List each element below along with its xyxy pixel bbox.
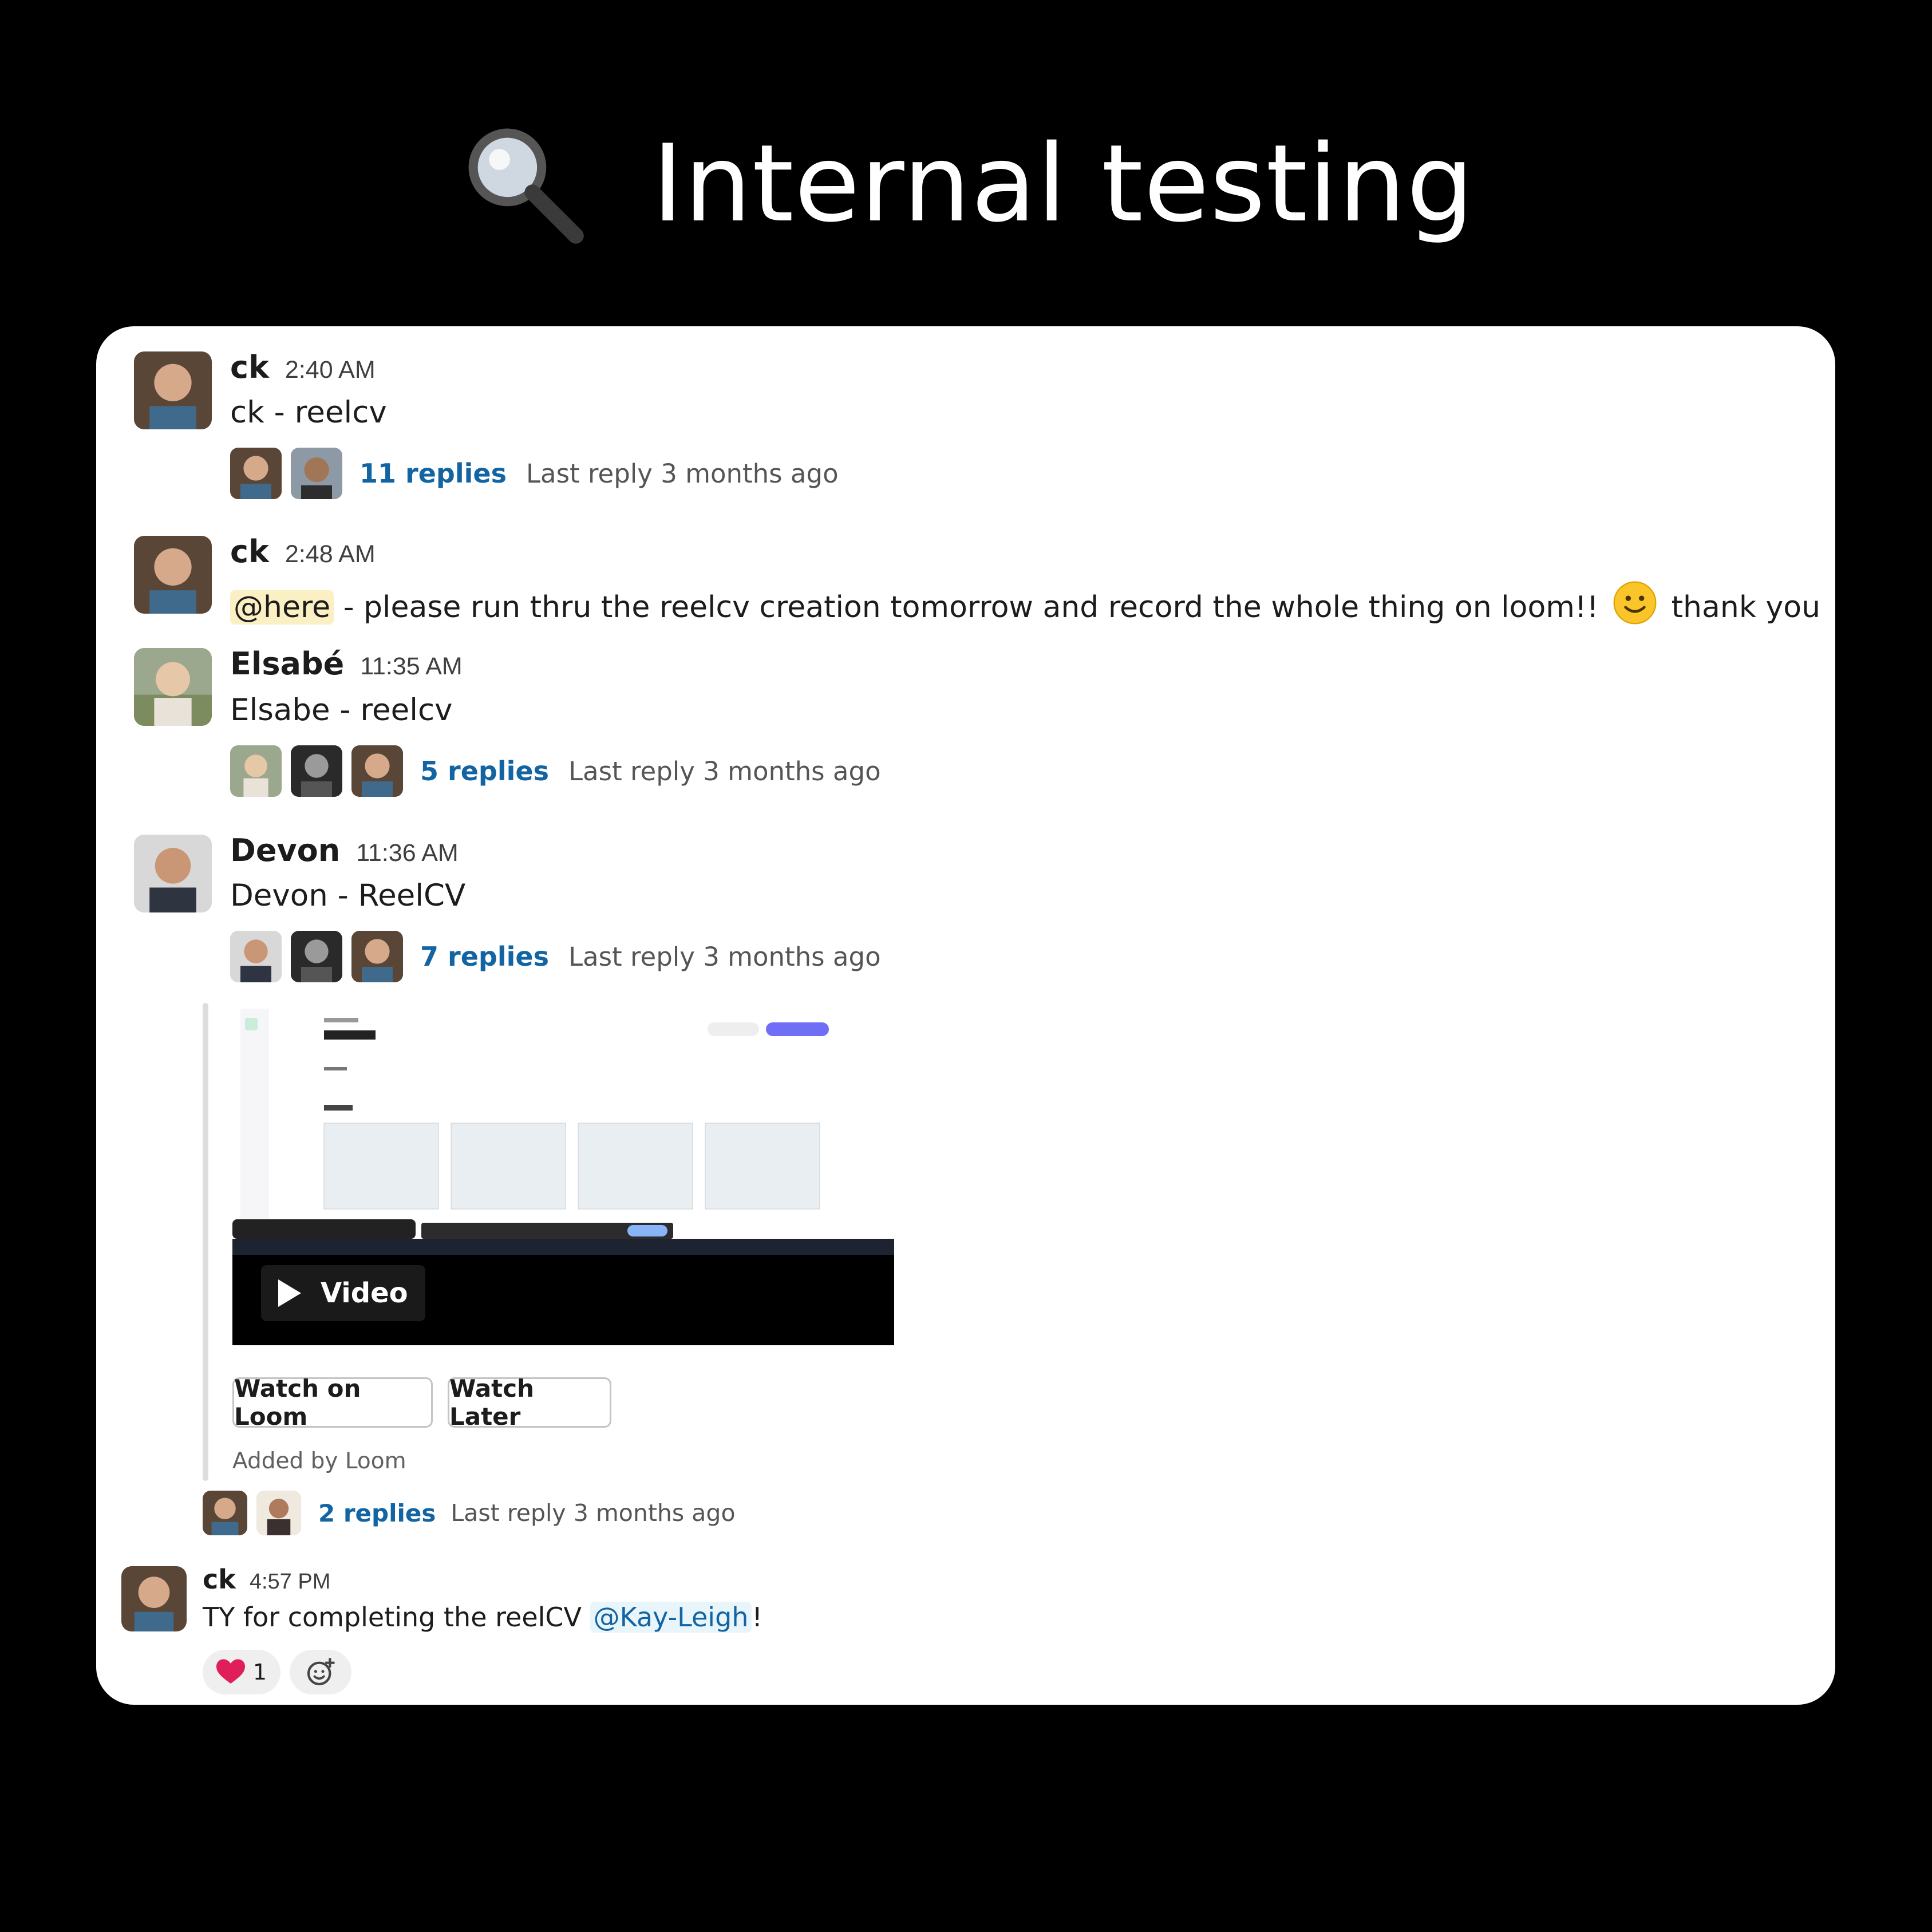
add-reaction-icon <box>307 1658 335 1686</box>
timestamp[interactable]: 2:40 AM <box>285 356 376 384</box>
message-text-part: - please run thru the reelcv creation to… <box>334 590 1609 625</box>
message-header: Devon 11:36 AM <box>230 832 459 868</box>
timestamp[interactable]: 4:57 PM <box>250 1570 331 1594</box>
author-name[interactable]: Elsabé <box>230 646 344 682</box>
thread-summary[interactable]: 11 replies Last reply 3 months ago <box>230 448 839 499</box>
message-text: Devon - ReelCV <box>230 878 466 913</box>
watch-later-button[interactable]: Watch Later <box>448 1374 611 1431</box>
replies-link[interactable]: 2 replies <box>318 1499 436 1527</box>
timestamp[interactable]: 11:35 AM <box>360 653 463 681</box>
message-header: Elsabé 11:35 AM <box>230 646 463 682</box>
magnifying-glass-icon <box>468 128 584 244</box>
replies-link[interactable]: 7 replies <box>420 941 549 972</box>
message-text-part: thank you <box>1662 590 1821 625</box>
thread-avatar <box>203 1491 247 1535</box>
author-name[interactable]: ck <box>203 1564 236 1595</box>
last-reply: Last reply 3 months ago <box>568 941 881 972</box>
here-mention[interactable]: @here <box>230 590 334 625</box>
video-preview-screenshot <box>232 1003 894 1255</box>
replies-link[interactable]: 11 replies <box>359 458 507 489</box>
watch-on-loom-button[interactable]: Watch on Loom <box>232 1374 433 1431</box>
message-text-part: ! <box>752 1602 762 1633</box>
thread-summary[interactable]: 2 replies Last reply 3 months ago <box>203 1491 736 1535</box>
replies-link[interactable]: 5 replies <box>420 756 549 787</box>
author-name[interactable]: Devon <box>230 832 340 868</box>
thread-avatar <box>291 931 342 982</box>
thread-avatar <box>256 1491 301 1535</box>
last-reply: Last reply 3 months ago <box>451 1499 736 1527</box>
message-header: ck 4:57 PM <box>203 1564 330 1595</box>
thread-summary[interactable]: 7 replies Last reply 3 months ago <box>230 931 881 982</box>
message-header: ck 2:40 AM <box>230 349 376 385</box>
last-reply: Last reply 3 months ago <box>526 458 839 489</box>
attachment-border <box>203 1003 208 1481</box>
heart-reaction[interactable]: 1 <box>203 1650 280 1694</box>
thread-avatar <box>351 745 403 797</box>
slightly-smiling-face-icon <box>1613 581 1657 625</box>
message-text: Elsabe - reelcv <box>230 693 453 728</box>
avatar[interactable] <box>134 835 212 912</box>
author-name[interactable]: ck <box>230 534 269 570</box>
reaction-count: 1 <box>252 1660 267 1685</box>
add-reaction-button[interactable] <box>290 1650 351 1694</box>
last-reply: Last reply 3 months ago <box>568 756 881 787</box>
thread-avatar <box>351 931 403 982</box>
thread-avatar <box>291 745 342 797</box>
message-text: @here - please run thru the reelcv creat… <box>230 580 1820 625</box>
thread-avatar <box>230 931 282 982</box>
avatar[interactable] <box>134 648 212 726</box>
added-by-label: Added by Loom <box>232 1448 406 1474</box>
video-label-text: Video <box>321 1277 408 1309</box>
thread-summary[interactable]: 5 replies Last reply 3 months ago <box>230 745 881 797</box>
message-text-part: TY for completing the reelCV <box>203 1602 590 1633</box>
avatar[interactable] <box>121 1566 187 1631</box>
message-header: ck 2:48 AM <box>230 534 376 570</box>
video-thumbnail[interactable]: Video <box>232 1003 894 1345</box>
author-name[interactable]: ck <box>230 349 269 385</box>
video-label[interactable]: Video <box>261 1265 425 1321</box>
message-text: TY for completing the reelCV @Kay-Leigh! <box>203 1602 762 1633</box>
play-icon <box>278 1279 301 1307</box>
avatar[interactable] <box>134 536 212 614</box>
timestamp[interactable]: 2:48 AM <box>285 540 376 568</box>
page-title-text: Internal testing <box>652 121 1475 246</box>
thread-avatar <box>230 745 282 797</box>
avatar[interactable] <box>134 351 212 429</box>
user-mention[interactable]: @Kay-Leigh <box>590 1602 752 1633</box>
heart-icon <box>216 1659 245 1684</box>
page-title: Internal testing <box>0 117 1932 249</box>
message-list: ck 2:40 AM ck - reelcv 11 replies Last r… <box>96 326 1835 1705</box>
message-text: ck - reelcv <box>230 395 387 430</box>
timestamp[interactable]: 11:36 AM <box>356 839 459 867</box>
thread-avatar <box>230 448 282 499</box>
thread-avatar <box>291 448 342 499</box>
